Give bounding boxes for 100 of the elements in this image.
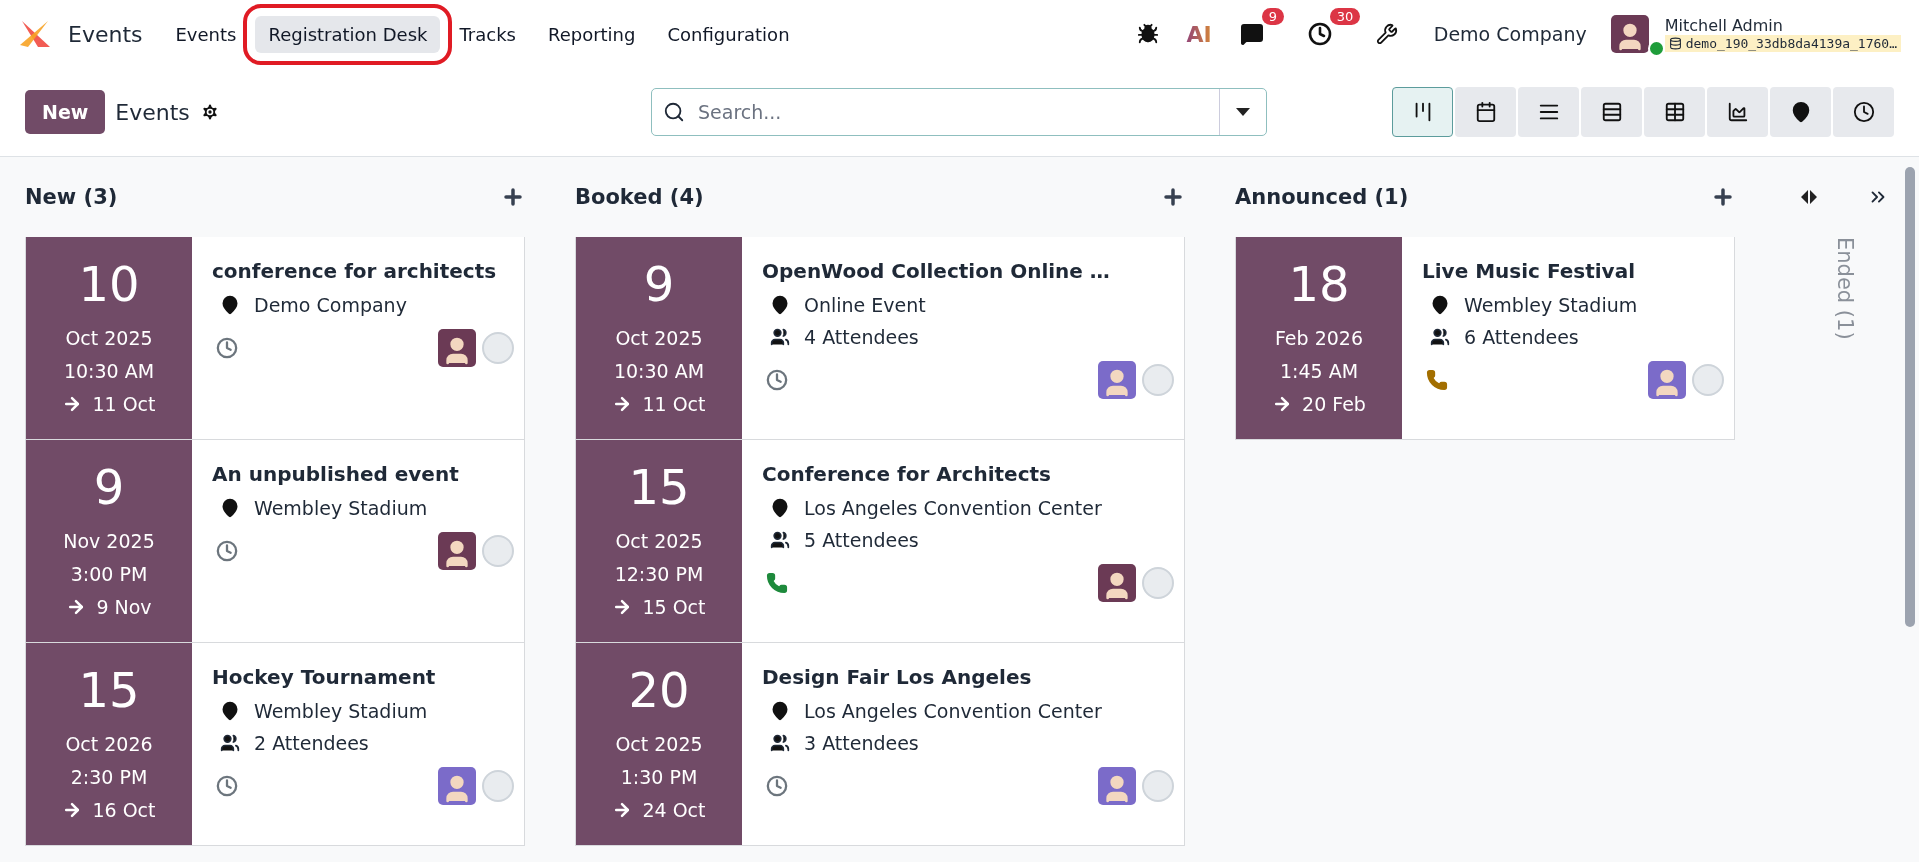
view-switch-button[interactable] xyxy=(1833,87,1894,137)
date-day: 9 xyxy=(643,255,675,312)
attendee-count: 6 Attendees xyxy=(1464,325,1579,350)
attendee-count: 5 Attendees xyxy=(804,528,919,553)
table-icon xyxy=(1663,101,1686,123)
menu-item[interactable]: Registration Desk xyxy=(255,15,441,53)
column-title: New (3) xyxy=(25,185,118,209)
date-time: 10:30 AM xyxy=(613,358,705,384)
attendee-count: 3 Attendees xyxy=(804,731,919,756)
attendee-count: 2 Attendees xyxy=(254,731,369,756)
users-icon xyxy=(220,733,240,753)
user-name[interactable]: Mitchell Admin xyxy=(1664,16,1901,35)
map-pin-icon xyxy=(770,498,790,518)
end-date: 9 Nov xyxy=(96,594,152,620)
event-location: Online Event xyxy=(804,293,926,318)
menu-item[interactable]: Reporting xyxy=(534,15,649,53)
rows-icon xyxy=(1600,101,1623,123)
end-date: 16 Oct xyxy=(92,797,156,823)
end-date: 20 Feb xyxy=(1302,391,1366,417)
event-name: Conference for Architects xyxy=(762,462,1052,486)
users-icon xyxy=(1430,327,1450,347)
scrollbar[interactable] xyxy=(1905,167,1915,627)
attendee-count: 4 Attendees xyxy=(804,325,919,350)
view-switch-button[interactable] xyxy=(1707,87,1768,137)
column-title: Booked (4) xyxy=(575,185,704,209)
date-time: 12:30 PM xyxy=(614,561,704,587)
event-card[interactable]: 18 Feb 2026 1:45 AM 20 Feb Live Music Festival Wembley Stadium 6 Attendees xyxy=(1235,237,1735,440)
view-switch-button[interactable] xyxy=(1455,87,1516,137)
online-dot xyxy=(1647,40,1665,57)
activity-count: 30 xyxy=(1329,8,1361,25)
add-icon[interactable] xyxy=(501,185,525,209)
clock-icon xyxy=(1852,101,1875,123)
date-time: 10:30 AM xyxy=(63,358,155,384)
app-name: Events xyxy=(68,21,143,47)
date-day: 10 xyxy=(78,255,140,312)
event-location: Los Angeles Convention Center xyxy=(804,699,1102,724)
date-month: Oct 2026 xyxy=(65,731,153,757)
view-switch-button[interactable] xyxy=(1518,87,1579,137)
avatar[interactable] xyxy=(438,329,476,367)
avatar[interactable] xyxy=(1098,564,1136,602)
event-location: Wembley Stadium xyxy=(254,699,428,724)
search-icon[interactable] xyxy=(663,101,685,123)
phone-icon[interactable] xyxy=(1426,369,1448,391)
date-day: 18 xyxy=(1288,255,1350,312)
date-time: 1:30 PM xyxy=(620,764,698,790)
add-icon[interactable] xyxy=(1161,185,1185,209)
event-card[interactable]: 10 Oct 2025 10:30 AM 11 Oct conference for architects Demo Company xyxy=(25,237,525,440)
avatar[interactable] xyxy=(1610,15,1649,53)
column-title: Announced (1) xyxy=(1235,185,1409,209)
map-pin-icon xyxy=(770,701,790,721)
view-switch-button[interactable] xyxy=(1581,87,1642,137)
caret-icon xyxy=(1236,108,1250,116)
menu-item[interactable]: Events xyxy=(162,15,250,53)
avatar[interactable] xyxy=(438,532,476,570)
users-icon xyxy=(770,530,790,550)
event-name: conference for architects xyxy=(212,259,498,283)
users-icon xyxy=(770,327,790,347)
map-pin-icon xyxy=(220,498,240,518)
date-day: 20 xyxy=(628,661,690,718)
event-name: An unpublished event xyxy=(212,462,460,486)
event-name: OpenWood Collection Online … xyxy=(762,259,1111,283)
expand-icon[interactable] xyxy=(1801,190,1817,204)
page-title: Events xyxy=(115,99,190,125)
map-pin-icon xyxy=(1430,295,1450,315)
end-date: 24 Oct xyxy=(642,797,706,823)
end-date: 11 Oct xyxy=(92,391,156,417)
event-location: Wembley Stadium xyxy=(1464,293,1638,318)
date-month: Nov 2025 xyxy=(63,528,155,554)
view-switch-button[interactable] xyxy=(1644,87,1705,137)
event-location: Wembley Stadium xyxy=(254,496,428,521)
menu-item[interactable]: Tracks xyxy=(446,15,529,53)
database-icon xyxy=(1668,37,1682,50)
date-month: Oct 2025 xyxy=(615,528,703,554)
calendar-icon xyxy=(1474,101,1497,123)
map-pin-icon xyxy=(220,295,240,315)
event-card[interactable]: 9 Nov 2025 3:00 PM 9 Nov An unpublished event Wembley Stadium xyxy=(25,440,525,643)
view-switch-button[interactable] xyxy=(1770,87,1831,137)
date-month: Oct 2025 xyxy=(615,325,703,351)
event-card[interactable]: 15 Oct 2025 12:30 PM 15 Oct Conference for Architects Los Angeles Convention Center 5 Attendees xyxy=(575,440,1185,643)
message-count: 9 xyxy=(1261,8,1285,25)
area-chart-icon xyxy=(1726,101,1749,123)
event-location: Demo Company xyxy=(254,293,407,318)
users-icon xyxy=(770,733,790,753)
end-date: 11 Oct xyxy=(642,391,706,417)
view-switch-button[interactable] xyxy=(1392,87,1453,137)
database-name: demo_190_33db8da4139a_1760… xyxy=(1664,35,1901,52)
date-month: Oct 2025 xyxy=(615,731,703,757)
date-day: 15 xyxy=(78,661,140,718)
date-day: 15 xyxy=(628,458,690,515)
date-time: 3:00 PM xyxy=(70,561,148,587)
map-pin-icon xyxy=(770,295,790,315)
date-month: Feb 2026 xyxy=(1274,325,1363,351)
event-name: Hockey Tournament xyxy=(212,665,437,689)
company-name[interactable]: Demo Company xyxy=(1415,23,1605,45)
search-field[interactable]: Search... xyxy=(651,88,1267,136)
event-name: Live Music Festival xyxy=(1422,259,1636,283)
add-icon[interactable] xyxy=(1711,185,1735,209)
new-button[interactable]: New xyxy=(25,90,106,134)
menu-item[interactable]: Configuration xyxy=(654,15,803,53)
phone-icon[interactable] xyxy=(766,572,788,594)
